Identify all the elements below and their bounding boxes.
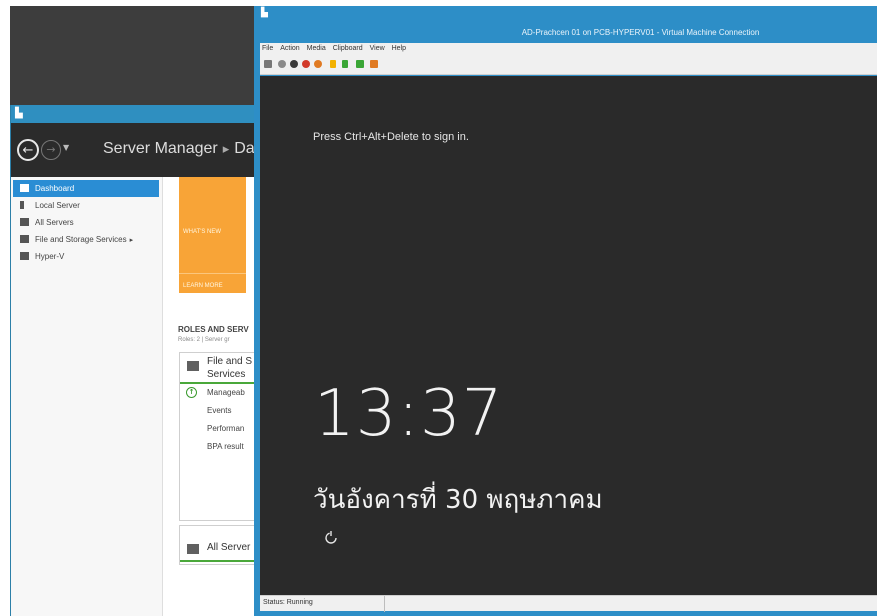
sidebar-item-dashboard[interactable]: Dashboard: [13, 180, 159, 197]
quick-start-divider: [179, 273, 246, 274]
vm-menubar: File Action Media Clipboard View Help: [260, 43, 877, 55]
menu-help[interactable]: Help: [392, 45, 406, 52]
all-servers-role-card[interactable]: All Server: [179, 525, 262, 565]
back-button[interactable]: ←: [17, 139, 39, 161]
sidebar-item-file-storage[interactable]: File and Storage Services ▸: [13, 231, 159, 248]
roles-section-title: ROLES AND SERV: [178, 325, 249, 334]
storage-icon: [20, 235, 29, 243]
vm-connection-window: ▙ AD-Prachcen 01 on PCB-HYPERV01 - Virtu…: [254, 6, 877, 616]
server-manager-window: ▙ ← → ▼ Server Manager ▸ Das Dashboard Loc…: [10, 105, 263, 616]
vm-display[interactable]: Press Ctrl+Alt+Delete to sign in. 13:37 …: [260, 76, 877, 595]
vm-status: Status: Running: [263, 599, 313, 606]
chevron-down-icon[interactable]: ▼: [63, 143, 69, 152]
file-storage-role-card[interactable]: File and S Services ↑ Manageab Events Pe…: [179, 352, 262, 521]
menu-action[interactable]: Action: [280, 45, 299, 52]
servers-icon: [20, 218, 29, 226]
roles-section-subtitle: Roles: 2 | Server gr: [178, 337, 230, 343]
start-icon[interactable]: [278, 60, 286, 68]
sidebar-item-all-servers[interactable]: All Servers: [13, 214, 159, 231]
menu-file[interactable]: File: [262, 45, 273, 52]
status-ok-icon: ↑: [186, 387, 197, 398]
menu-view[interactable]: View: [370, 45, 385, 52]
revert-icon[interactable]: [370, 60, 378, 68]
lock-screen-time: 13:37: [314, 377, 504, 451]
vm-window-title: AD-Prachcen 01 on PCB-HYPERV01 - Virtual…: [521, 28, 760, 37]
sidebar-item-label: Hyper-V: [35, 252, 65, 261]
role-card-title: All Server: [207, 542, 251, 553]
turn-off-icon[interactable]: [290, 60, 298, 68]
breadcrumb-separator: ▸: [222, 141, 230, 156]
ctrl-alt-del-icon[interactable]: [264, 60, 272, 68]
bpa-results-row[interactable]: BPA result: [207, 442, 244, 451]
dashboard-icon: [20, 184, 29, 192]
sidebar-item-label: All Servers: [35, 218, 74, 227]
desktop: ▙ ← → ▼ Server Manager ▸ Das Dashboard Loc…: [10, 6, 877, 616]
sign-in-prompt: Press Ctrl+Alt+Delete to sign in.: [313, 131, 469, 143]
hyper-v-icon: [20, 252, 29, 260]
whats-new-link[interactable]: WHAT'S NEW: [183, 229, 221, 235]
menu-clipboard[interactable]: Clipboard: [333, 45, 363, 52]
sidebar-item-label: Dashboard: [35, 184, 75, 193]
pause-icon[interactable]: [330, 60, 336, 68]
manageability-row[interactable]: Manageab: [207, 388, 245, 397]
dashboard-content: WHAT'S NEW LEARN MORE ROLES AND SERV Rol…: [164, 177, 262, 616]
vm-app-icon: ▙: [261, 8, 268, 18]
resume-icon[interactable]: [342, 60, 348, 68]
breadcrumb-app[interactable]: Server Manager: [103, 140, 218, 157]
sidebar: Dashboard Local Server All Servers File …: [11, 177, 163, 616]
checkpoint-icon[interactable]: [356, 60, 364, 68]
learn-more-link[interactable]: LEARN MORE: [183, 283, 223, 289]
ease-of-access-icon[interactable]: [324, 530, 338, 544]
sidebar-item-local-server[interactable]: Local Server: [13, 197, 159, 214]
menu-media[interactable]: Media: [307, 45, 326, 52]
sidebar-item-label: Local Server: [35, 201, 80, 210]
sidebar-item-label: File and Storage Services: [35, 235, 127, 244]
server-icon: [20, 201, 24, 209]
storage-icon: [187, 361, 199, 371]
server-manager-header: ← → ▼ Server Manager ▸ Das: [11, 123, 263, 177]
events-row[interactable]: Events: [207, 406, 231, 415]
role-status-bar: [180, 560, 262, 562]
sidebar-item-hyper-v[interactable]: Hyper-V: [13, 248, 159, 265]
status-divider: [384, 596, 385, 612]
performance-row[interactable]: Performan: [207, 424, 244, 433]
lock-screen-date: วันอังคารที่ 30 พฤษภาคม: [313, 485, 603, 515]
vm-statusbar: Status: Running: [260, 595, 877, 612]
quick-start-tile: WHAT'S NEW LEARN MORE: [179, 177, 246, 293]
vm-titlebar[interactable]: ▙ AD-Prachcen 01 on PCB-HYPERV01 - Virtu…: [254, 6, 877, 37]
forward-button[interactable]: →: [41, 140, 61, 160]
breadcrumb: Server Manager ▸ Das: [103, 140, 263, 158]
role-card-title-line2: Services: [207, 369, 246, 380]
save-state-icon[interactable]: [314, 60, 322, 68]
servers-icon: [187, 544, 199, 554]
role-card-title-line1: File and S: [207, 356, 253, 367]
shut-down-icon[interactable]: [302, 60, 310, 68]
vm-toolbar: [260, 55, 877, 75]
expand-arrow-icon[interactable]: ▸: [130, 237, 134, 244]
server-manager-titlebar[interactable]: ▙: [11, 105, 261, 123]
role-status-bar: [180, 382, 262, 384]
server-manager-app-icon: ▙: [15, 108, 23, 119]
